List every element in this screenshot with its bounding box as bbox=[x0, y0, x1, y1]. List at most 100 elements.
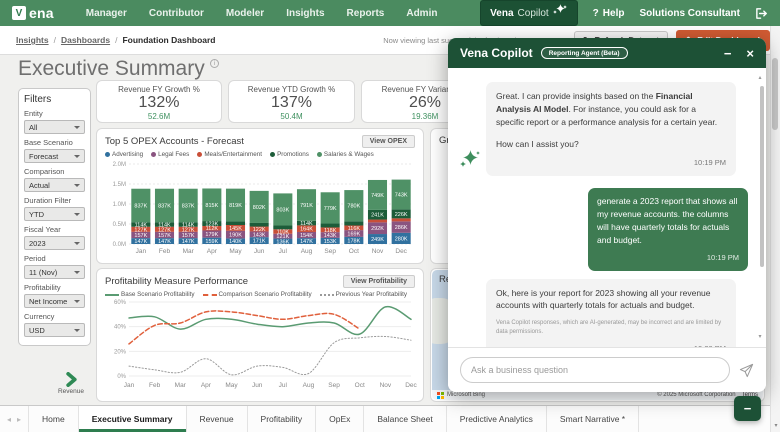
svg-text:226K: 226K bbox=[395, 212, 408, 218]
copilot-scrollbar[interactable]: ▴ ▾ bbox=[760, 74, 764, 340]
legend-dot-icon bbox=[197, 152, 202, 157]
tabs-next-icon[interactable]: ▸ bbox=[17, 415, 21, 424]
svg-text:123K: 123K bbox=[205, 222, 218, 228]
copilot-assistant-message: Great. I can provide insights based on t… bbox=[458, 82, 750, 176]
svg-text:Dec: Dec bbox=[395, 248, 407, 255]
scroll-up-icon[interactable]: ▴ bbox=[756, 74, 764, 81]
logout-icon[interactable] bbox=[755, 7, 768, 20]
svg-text:779K: 779K bbox=[324, 206, 337, 212]
account-menu[interactable]: Solutions Consultant bbox=[639, 8, 740, 19]
tab-home[interactable]: Home bbox=[28, 406, 79, 432]
svg-text:280K: 280K bbox=[395, 236, 408, 242]
page-scrollbar[interactable]: ▾ bbox=[770, 26, 780, 432]
breadcrumb-dashboards[interactable]: Dashboards bbox=[61, 35, 110, 45]
nav-item-contributor[interactable]: Contributor bbox=[149, 8, 204, 19]
filter-value: USD bbox=[29, 326, 45, 335]
sheet-tabs: HomeExecutive SummaryRevenueProfitabilit… bbox=[28, 406, 639, 432]
scroll-down-icon[interactable]: ▾ bbox=[756, 333, 764, 340]
tab-smart-narrative[interactable]: Smart Narrative * bbox=[547, 406, 639, 432]
svg-text:159K: 159K bbox=[205, 239, 218, 245]
kpi-card-revenue-ytd-growth: Revenue YTD Growth %137%50.4M bbox=[228, 80, 355, 123]
revenue-shortcut-label: Revenue bbox=[52, 388, 90, 395]
ai-disclaimer: Vena Copilot responses, which are AI-gen… bbox=[496, 319, 726, 337]
copilot-scroll-thumb[interactable] bbox=[760, 86, 764, 267]
tab-profitability[interactable]: Profitability bbox=[248, 406, 317, 432]
view-opex-button[interactable]: View OPEX bbox=[362, 135, 415, 148]
copilot-button-label: Copilot bbox=[518, 8, 549, 19]
profitability-line-chart: 0%20%40%60%JanFebMarAprMayJunJulAugSepOc… bbox=[105, 298, 417, 390]
sparkle-icon bbox=[553, 4, 568, 22]
svg-text:815K: 815K bbox=[205, 203, 218, 209]
send-icon[interactable] bbox=[739, 363, 754, 378]
map-copyright: © 2025 Microsoft Corporation bbox=[657, 392, 735, 398]
filter-select-entity[interactable]: All bbox=[24, 120, 85, 134]
nav-item-manager[interactable]: Manager bbox=[86, 8, 127, 19]
svg-text:178K: 178K bbox=[347, 238, 360, 244]
filter-select-duration-filter[interactable]: YTD bbox=[24, 207, 85, 221]
copilot-minimize-icon[interactable]: − bbox=[724, 46, 732, 61]
svg-text:Sep: Sep bbox=[328, 382, 340, 389]
filter-select-base-scenario[interactable]: Forecast bbox=[24, 149, 85, 163]
tab-opex[interactable]: OpEx bbox=[316, 406, 364, 432]
page-scroll-thumb[interactable] bbox=[772, 58, 778, 130]
nav-item-insights[interactable]: Insights bbox=[286, 8, 324, 19]
legend-line-icon bbox=[105, 294, 119, 296]
filter-select-profitability[interactable]: Net Income bbox=[24, 294, 85, 308]
tab-revenue[interactable]: Revenue bbox=[187, 406, 248, 432]
tab-balance-sheet[interactable]: Balance Sheet bbox=[364, 406, 446, 432]
svg-text:Sep: Sep bbox=[324, 248, 336, 255]
vena-logo[interactable]: V ena bbox=[12, 5, 54, 21]
svg-text:Apr: Apr bbox=[201, 382, 212, 389]
chevron-down-icon bbox=[74, 242, 80, 245]
assistant-bubble: Great. I can provide insights based on t… bbox=[486, 82, 736, 176]
assistant-bubble: Ok, here is your report for 2023 showing… bbox=[486, 279, 736, 348]
svg-text:179K: 179K bbox=[205, 232, 218, 238]
svg-text:May: May bbox=[225, 382, 238, 389]
filter-select-period[interactable]: 11 (Nov) bbox=[24, 265, 85, 279]
svg-text:143K: 143K bbox=[253, 232, 266, 238]
profitability-chart-title: Profitability Measure Performance bbox=[105, 276, 248, 287]
tab-executive-summary[interactable]: Executive Summary bbox=[79, 406, 187, 432]
chevron-down-icon bbox=[74, 329, 80, 332]
svg-text:249K: 249K bbox=[371, 237, 384, 243]
help-button[interactable]: ? Help bbox=[593, 8, 625, 19]
svg-text:147K: 147K bbox=[158, 239, 171, 245]
legend-dot-icon bbox=[317, 152, 322, 157]
copilot-minimized-button[interactable]: − bbox=[734, 396, 761, 421]
nav-item-admin[interactable]: Admin bbox=[406, 8, 437, 19]
view-profitability-button[interactable]: View Profitability bbox=[343, 275, 415, 288]
legend-item-promotions: Promotions bbox=[270, 151, 309, 158]
svg-text:780K: 780K bbox=[347, 204, 360, 210]
info-icon: i bbox=[210, 59, 219, 68]
nav-item-modeler[interactable]: Modeler bbox=[226, 8, 264, 19]
tabs-prev-icon[interactable]: ◂ bbox=[7, 415, 11, 424]
svg-text:749K: 749K bbox=[371, 193, 384, 199]
copilot-question-input[interactable] bbox=[460, 357, 730, 383]
filter-value: 11 (Nov) bbox=[29, 268, 57, 277]
svg-text:1.0M: 1.0M bbox=[113, 202, 126, 208]
nav-right: Vena Copilot ? Help Solutions Consultant bbox=[480, 0, 768, 26]
breadcrumb-insights[interactable]: Insights bbox=[16, 35, 49, 45]
legend-item-legal-fees: Legal Fees bbox=[151, 151, 189, 158]
svg-text:20%: 20% bbox=[114, 349, 127, 355]
copilot-close-icon[interactable]: × bbox=[746, 46, 754, 61]
svg-text:Jun: Jun bbox=[252, 382, 263, 389]
copilot-nav-button[interactable]: Vena Copilot bbox=[480, 0, 578, 26]
svg-text:2.0M: 2.0M bbox=[113, 162, 126, 168]
page-scroll-down-icon[interactable]: ▾ bbox=[771, 422, 780, 429]
filter-select-currency[interactable]: USD bbox=[24, 323, 85, 337]
svg-text:241K: 241K bbox=[371, 213, 384, 219]
legend-item-meals-entertainment: Meals/Entertainment bbox=[197, 151, 262, 158]
svg-text:136K: 136K bbox=[276, 239, 289, 245]
revenue-shortcut[interactable]: Revenue bbox=[52, 372, 90, 395]
nav-item-reports[interactable]: Reports bbox=[347, 8, 385, 19]
sparkle-icon bbox=[460, 150, 481, 171]
tab-predictive-analytics[interactable]: Predictive Analytics bbox=[447, 406, 547, 432]
legend-dot-icon bbox=[270, 152, 275, 157]
svg-text:837K: 837K bbox=[182, 203, 195, 209]
svg-text:60%: 60% bbox=[114, 300, 127, 306]
filter-label-profitability: Profitability bbox=[24, 283, 85, 292]
filter-select-fiscal-year[interactable]: 2023 bbox=[24, 236, 85, 250]
filter-select-comparison[interactable]: Actual bbox=[24, 178, 85, 192]
svg-text:Mar: Mar bbox=[175, 382, 187, 389]
